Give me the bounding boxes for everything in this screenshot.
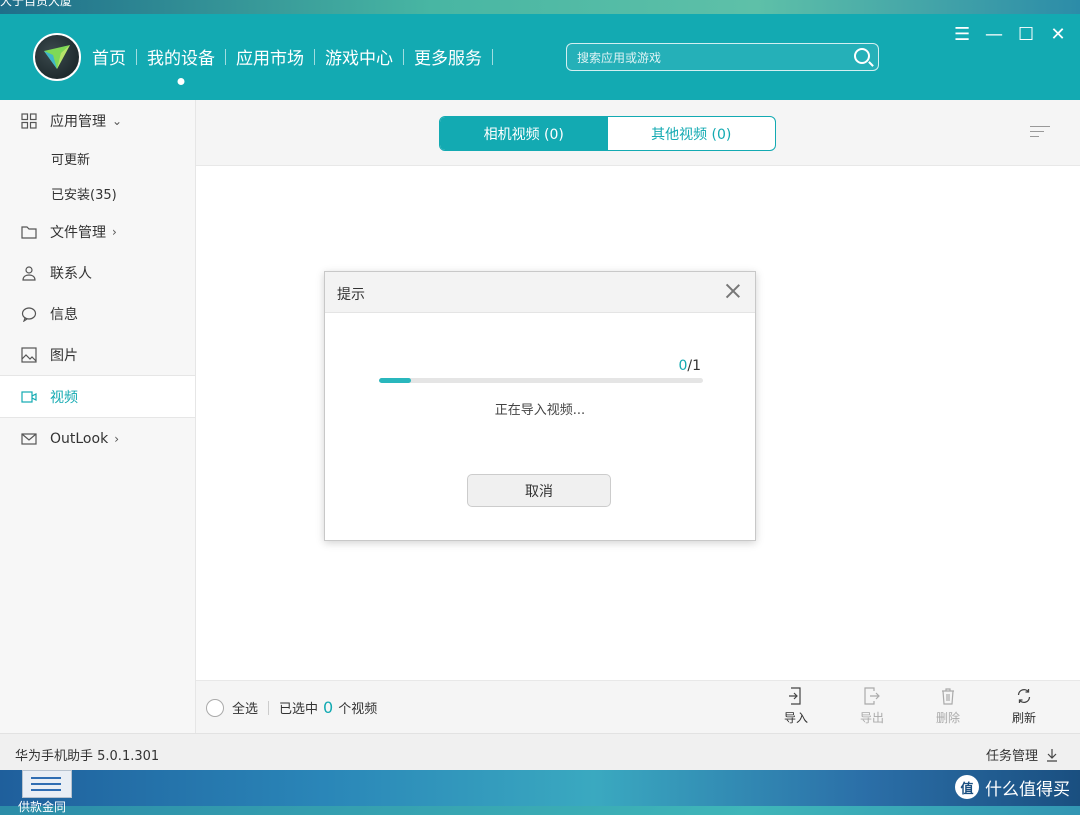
status-bar: 华为手机助手 5.0.1.301 任务管理: [0, 733, 1080, 771]
export-button[interactable]: 导出: [854, 687, 890, 726]
select-all-radio[interactable]: [206, 698, 224, 717]
nav-more-services[interactable]: 更多服务: [404, 44, 492, 69]
sidebar-item-video[interactable]: 视频: [0, 375, 195, 418]
search-input[interactable]: [575, 47, 849, 69]
sidebar-item-label: 文件管理: [50, 224, 106, 241]
nav-game-center[interactable]: 游戏中心: [315, 44, 403, 69]
bottom-toolbar: 全选 已选中 0 个视频 导入 导出 删除 刷新: [196, 680, 1080, 734]
sidebar-item-outlook[interactable]: OutLook ›: [0, 418, 195, 459]
delete-button[interactable]: 删除: [930, 687, 966, 726]
app-window: 首页 我的设备 应用市场 游戏中心 更多服务 ☰ — ☐ ✕ 应用管理: [0, 14, 1080, 771]
tab-camera-video[interactable]: 相机视频 (0): [440, 117, 608, 150]
chat-bubble-icon: [20, 305, 38, 323]
download-icon: [1047, 748, 1057, 762]
progress-bar-fill: [379, 378, 412, 383]
desktop-top-strip: 大于自贸大厦: [0, 0, 1080, 14]
nav-home[interactable]: 首页: [82, 44, 136, 69]
nav-app-market[interactable]: 应用市场: [226, 44, 314, 69]
image-icon: [20, 346, 38, 364]
window-controls: ☰ — ☐ ✕: [954, 24, 1066, 45]
watermark: 值 什么值得买: [955, 772, 1070, 802]
version-label: 华为手机助手 5.0.1.301: [15, 749, 160, 764]
dialog-header: 提示: [325, 272, 755, 313]
search-box: [566, 43, 879, 71]
chevron-right-icon: ›: [112, 224, 117, 239]
person-icon: [20, 264, 38, 282]
minimize-icon[interactable]: —: [985, 24, 1003, 45]
select-all-area: 全选 已选中 0 个视频: [206, 698, 377, 717]
sidebar-item-label: 信息: [50, 306, 78, 323]
export-icon: [864, 687, 880, 705]
chevron-down-icon: ⌄: [112, 113, 123, 128]
tab-other-video[interactable]: 其他视频 (0): [608, 117, 776, 150]
progress-message: 正在导入视频...: [494, 403, 586, 418]
import-progress-dialog: 提示 0/1 正在导入视频... 取消: [324, 271, 756, 541]
desktop-taskbar-area: 供款金同 值 什么值得买: [0, 770, 1080, 814]
selected-suffix: 个视频: [338, 702, 378, 717]
maximize-icon[interactable]: ☐: [1018, 24, 1034, 45]
dialog-title: 提示: [337, 287, 365, 303]
sidebar-item-label: OutLook: [50, 430, 109, 447]
sidebar-item-installed[interactable]: 已安装(35): [0, 176, 195, 211]
sidebar-item-updatable[interactable]: 可更新: [0, 141, 195, 176]
close-icon[interactable]: ✕: [1050, 24, 1066, 45]
folder-icon: [20, 223, 38, 241]
sidebar-item-label: 图片: [50, 347, 78, 364]
menu-icon[interactable]: ☰: [954, 24, 970, 45]
select-all-label[interactable]: 全选: [232, 698, 258, 717]
sidebar-item-label: 视频: [50, 389, 78, 406]
watermark-badge: 值: [955, 775, 979, 799]
chevron-right-icon: ›: [114, 431, 119, 446]
desktop-file-label: 供款金同: [18, 800, 67, 814]
refresh-button[interactable]: 刷新: [1006, 687, 1042, 726]
progress-bar: [379, 378, 703, 383]
sidebar-item-app-manage[interactable]: 应用管理 ⌄: [0, 100, 195, 141]
sidebar: 应用管理 ⌄ 可更新 已安装(35) 文件管理 › 联系人 信息 图片 视频 O…: [0, 100, 196, 733]
action-buttons: 导入 导出 删除 刷新: [778, 687, 1042, 726]
progress-count: 0/1: [678, 358, 701, 374]
refresh-icon: [1016, 687, 1032, 705]
sort-icon[interactable]: [1030, 124, 1050, 140]
video-tabs: 相机视频 (0) 其他视频 (0): [439, 116, 776, 151]
selected-prefix: 已选中: [279, 702, 319, 717]
progress-total: /1: [687, 358, 701, 374]
sidebar-item-contacts[interactable]: 联系人: [0, 252, 195, 293]
mail-icon: [20, 430, 38, 448]
import-icon: [788, 687, 804, 705]
sidebar-item-label: 联系人: [50, 265, 92, 282]
grid-icon: [20, 112, 38, 130]
selected-count: 0: [323, 698, 334, 717]
sidebar-item-label: 应用管理: [50, 113, 106, 130]
video-tabs-bar: 相机视频 (0) 其他视频 (0): [196, 100, 1080, 166]
sidebar-item-pictures[interactable]: 图片: [0, 334, 195, 375]
task-manager-button[interactable]: 任务管理: [986, 745, 1058, 764]
dialog-close-icon[interactable]: [725, 283, 741, 299]
watermark-text: 什么值得买: [985, 779, 1070, 800]
video-icon: [20, 388, 38, 406]
nav-my-device[interactable]: 我的设备: [137, 44, 225, 69]
search-icon[interactable]: [854, 48, 870, 64]
title-bar: 首页 我的设备 应用市场 游戏中心 更多服务 ☰ — ☐ ✕: [0, 14, 1080, 100]
sidebar-item-messages[interactable]: 信息: [0, 293, 195, 334]
desktop-file-icon[interactable]: [22, 770, 72, 798]
desktop-top-text: 大于自贸大厦: [0, 0, 73, 8]
main-nav: 首页 我的设备 应用市场 游戏中心 更多服务: [82, 44, 493, 69]
trash-icon: [940, 687, 956, 705]
import-button[interactable]: 导入: [778, 687, 814, 726]
app-logo-icon: [33, 33, 81, 81]
sidebar-item-file-manage[interactable]: 文件管理 ›: [0, 211, 195, 252]
cancel-button[interactable]: 取消: [467, 474, 611, 507]
